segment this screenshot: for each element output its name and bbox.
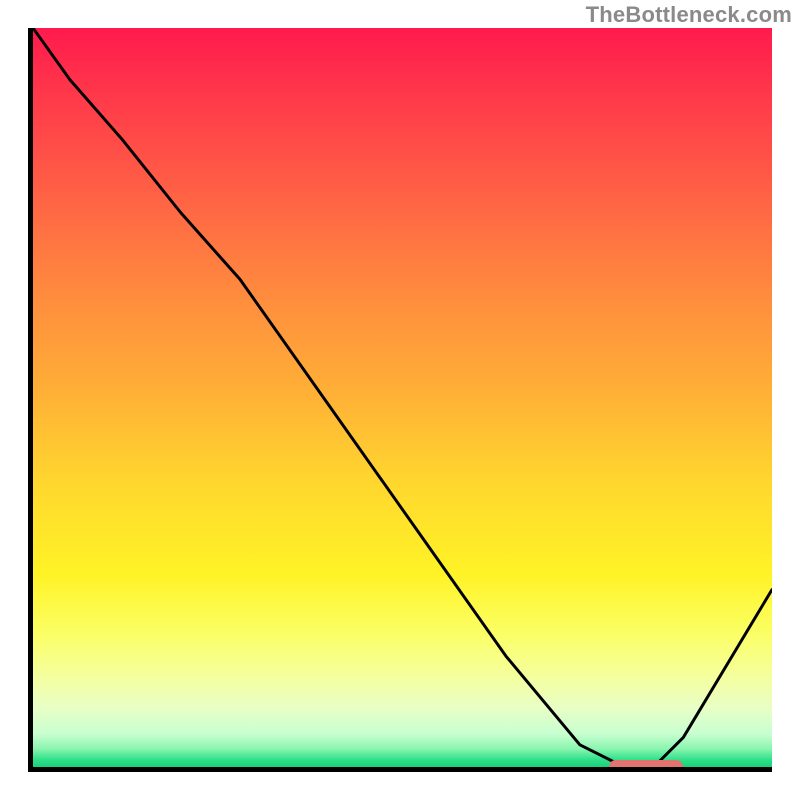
optimal-range-marker	[609, 760, 683, 767]
bottleneck-curve	[33, 28, 772, 767]
plot-area	[33, 28, 772, 767]
watermark-text: TheBottleneck.com	[586, 2, 792, 28]
plot-axes	[28, 28, 772, 772]
chart-container: TheBottleneck.com	[0, 0, 800, 800]
curve-path	[33, 28, 772, 767]
